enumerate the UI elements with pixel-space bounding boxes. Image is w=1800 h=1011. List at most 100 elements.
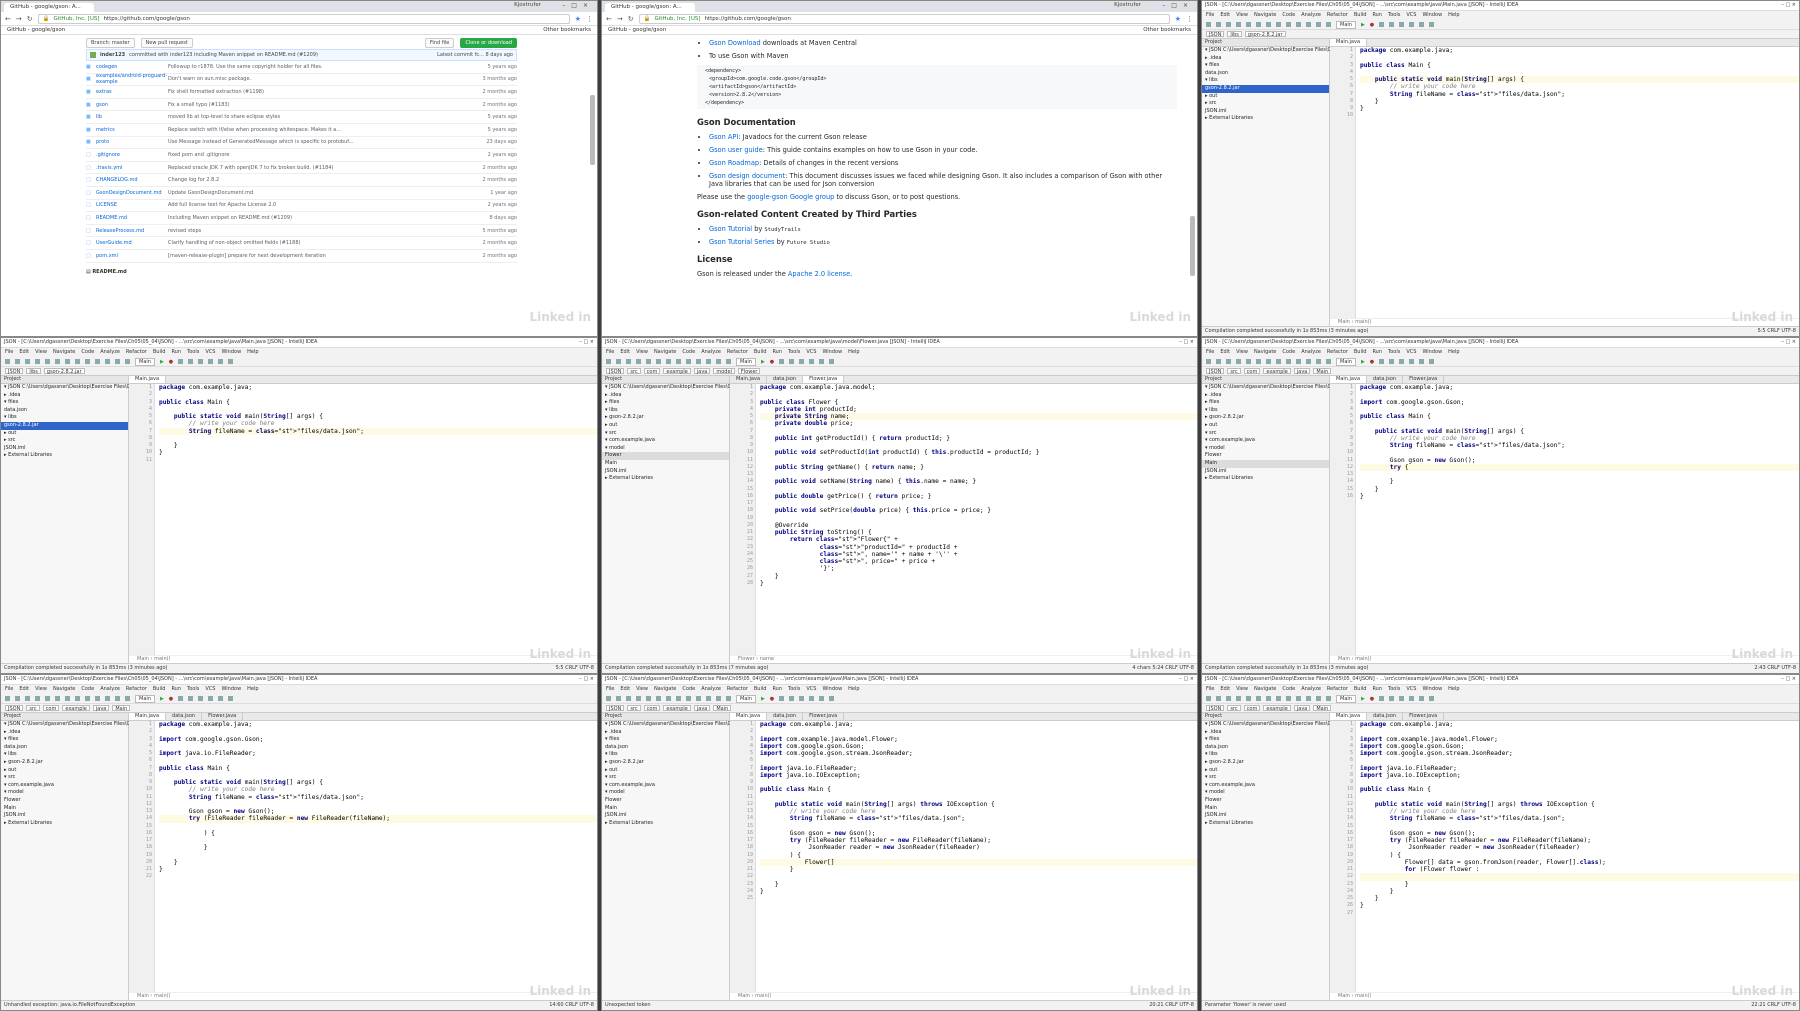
menu-item[interactable]: Build xyxy=(1354,12,1367,19)
project-tree-node[interactable]: ▸ out xyxy=(1,767,128,775)
debug-icon[interactable]: ● xyxy=(770,359,774,365)
project-tree-node[interactable]: ▸ gson-2.8.2.jar xyxy=(602,414,729,422)
undo-icon[interactable] xyxy=(1236,359,1241,364)
forward-icon[interactable] xyxy=(1316,359,1321,364)
sync-icon[interactable] xyxy=(1226,359,1231,364)
project-tree-node[interactable]: ▾ com.example.java xyxy=(1202,782,1329,790)
find-icon[interactable] xyxy=(686,696,691,701)
project-tree-node[interactable]: ▸ out xyxy=(1202,767,1329,775)
breadcrumb-item[interactable]: JSON xyxy=(1206,368,1225,375)
window-controls[interactable]: – □ × xyxy=(1781,2,1796,9)
menu-item[interactable]: Help xyxy=(1448,686,1459,693)
forward-icon[interactable] xyxy=(1316,22,1321,27)
breadcrumb-item[interactable]: java xyxy=(92,705,110,712)
structure-icon[interactable] xyxy=(208,696,214,701)
open-icon[interactable] xyxy=(5,359,10,364)
open-icon[interactable] xyxy=(5,696,10,701)
breadcrumb-item[interactable]: example xyxy=(663,368,691,375)
run-icon[interactable]: ▶ xyxy=(761,359,765,365)
structure-icon[interactable] xyxy=(1409,359,1415,364)
coverage-icon[interactable] xyxy=(178,359,184,364)
build-icon[interactable] xyxy=(1326,696,1331,701)
doc-link[interactable]: Gson Roadmap xyxy=(709,159,759,167)
menu-item[interactable]: File xyxy=(5,349,13,356)
run-icon[interactable]: ▶ xyxy=(160,359,164,365)
project-tree-node[interactable]: ▸ External Libraries xyxy=(1202,475,1329,483)
redo-icon[interactable] xyxy=(45,359,50,364)
google-group-link[interactable]: google-gson Google group xyxy=(747,193,834,201)
project-tree-node[interactable]: JSON.iml xyxy=(1202,108,1329,116)
breadcrumb-item[interactable]: libs xyxy=(1227,31,1242,38)
page-scrollbar[interactable] xyxy=(1190,216,1195,276)
menu-item[interactable]: Window xyxy=(1422,12,1442,19)
settings-icon[interactable] xyxy=(1419,696,1425,701)
menu-item[interactable]: Edit xyxy=(1220,349,1230,356)
file-name-link[interactable]: metrics xyxy=(96,127,168,133)
help-icon[interactable] xyxy=(1429,359,1435,364)
menu-item[interactable]: Run xyxy=(1372,686,1382,693)
find-icon[interactable] xyxy=(1286,22,1291,27)
project-tree-node[interactable]: ▾ model xyxy=(1202,445,1329,453)
project-tree-node[interactable]: ▸ out xyxy=(1202,422,1329,430)
project-tree-node[interactable]: Main xyxy=(1202,805,1329,813)
file-commit-message[interactable]: Don't warn on sun.misc package. xyxy=(168,76,467,82)
sync-icon[interactable] xyxy=(626,696,631,701)
file-commit-message[interactable]: Fix a small typo (#1183) xyxy=(168,102,467,108)
breadcrumb-item[interactable]: src xyxy=(26,705,40,712)
project-tree-node[interactable]: ▸ External Libraries xyxy=(602,820,729,828)
undo-icon[interactable] xyxy=(636,359,641,364)
doc-link[interactable]: Gson user guide xyxy=(709,146,763,154)
menu-item[interactable]: Build xyxy=(754,686,767,693)
stop-icon[interactable] xyxy=(188,696,194,701)
editor-tab[interactable]: data.json xyxy=(767,376,804,383)
breadcrumb-item[interactable]: model xyxy=(713,368,735,375)
editor-tab[interactable]: Flower.java xyxy=(1403,713,1445,720)
file-name-link[interactable]: CHANGELOG.md xyxy=(96,177,168,183)
file-commit-message[interactable]: Use Message instead of GeneratedMessage … xyxy=(168,139,467,145)
new-pull-request-button[interactable]: New pull request xyxy=(140,38,193,48)
project-tree-node[interactable]: ▾ files xyxy=(602,736,729,744)
menu-item[interactable]: Tools xyxy=(1388,686,1400,693)
menu-item[interactable]: Build xyxy=(754,349,767,356)
editor-tab[interactable]: Main.java xyxy=(129,713,167,720)
sync-icon[interactable] xyxy=(1226,22,1231,27)
breadcrumb-item[interactable]: java xyxy=(1293,368,1311,375)
redo-icon[interactable] xyxy=(646,696,651,701)
replace-icon[interactable] xyxy=(95,359,100,364)
project-tree-node[interactable]: ▾ src xyxy=(602,430,729,438)
file-name-link[interactable]: proto xyxy=(96,139,168,145)
editor-tab[interactable]: Main.java xyxy=(730,376,768,383)
forward-icon[interactable] xyxy=(115,696,120,701)
browser-menu-icon[interactable]: ⋮ xyxy=(586,15,593,23)
open-icon[interactable] xyxy=(1206,22,1211,27)
breadcrumb-item[interactable]: gson-2.8.2.jar xyxy=(1244,31,1286,38)
tutorial-link[interactable]: Gson Tutorial Series xyxy=(709,238,774,246)
project-tree-node[interactable]: ▾ files xyxy=(1202,62,1329,70)
window-controls[interactable]: – □ × xyxy=(1781,676,1796,683)
menu-item[interactable]: View xyxy=(35,686,47,693)
menu-item[interactable]: Analyze xyxy=(100,686,120,693)
project-tree-node[interactable]: ▾ src xyxy=(602,774,729,782)
editor-tab[interactable]: Flower.java xyxy=(202,713,244,720)
file-name-link[interactable]: ReleaseProcess.md xyxy=(96,228,168,234)
find-icon[interactable] xyxy=(85,359,90,364)
paste-icon[interactable] xyxy=(1276,359,1281,364)
menu-item[interactable]: Refactor xyxy=(1327,349,1348,356)
menu-item[interactable]: Help xyxy=(247,686,258,693)
project-tree-node[interactable]: ▸ out xyxy=(602,422,729,430)
replace-icon[interactable] xyxy=(1296,696,1301,701)
code-editor[interactable]: 1 2 3 4 5 6 7 8 9 10 11 12 13 14 15 16 17 18 19 20 21 22 23 24 2… xyxy=(730,384,1197,655)
cut-icon[interactable] xyxy=(1256,22,1261,27)
menu-item[interactable]: Run xyxy=(171,349,181,356)
page-scrollbar[interactable] xyxy=(590,95,595,165)
structure-icon[interactable] xyxy=(809,359,815,364)
project-tree-node[interactable]: ▸ .idea xyxy=(1202,55,1329,63)
project-tree-node[interactable]: ▸ src xyxy=(1,437,128,445)
code-text[interactable]: package com.example.java; public class M… xyxy=(1356,47,1799,318)
forward-icon[interactable] xyxy=(716,359,721,364)
vcs-icon[interactable] xyxy=(198,696,204,701)
window-controls[interactable]: – □ × xyxy=(1179,676,1194,683)
file-name-link[interactable]: GsonDesignDocument.md xyxy=(96,190,168,196)
project-tree-node[interactable]: ▾ model xyxy=(1202,789,1329,797)
vcs-icon[interactable] xyxy=(1399,696,1405,701)
